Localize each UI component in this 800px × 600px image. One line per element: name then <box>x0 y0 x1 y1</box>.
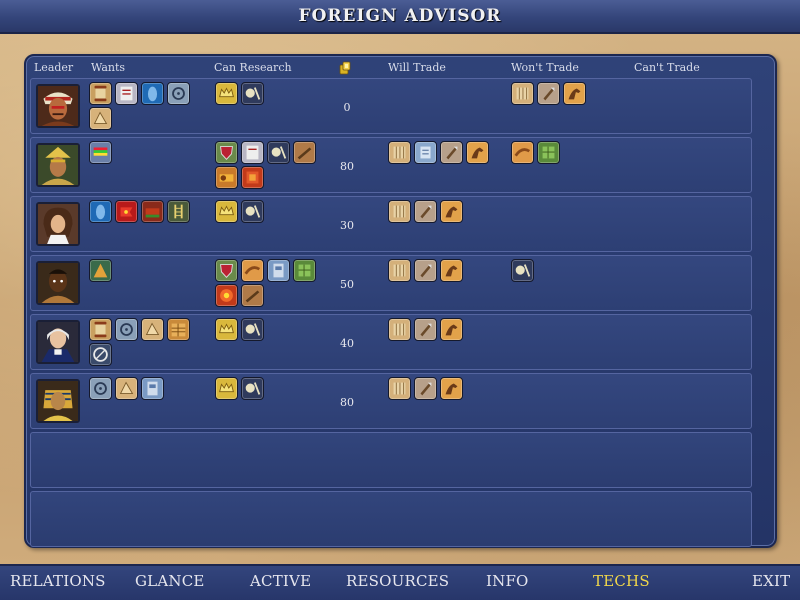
screen-title: FOREIGN ADVISOR <box>298 6 502 26</box>
crown-tech-icon[interactable] <box>215 200 238 223</box>
wheel-tech-icon[interactable] <box>89 377 112 400</box>
bottom-nav-bar: RELATIONS GLANCE ACTIVE RESOURCES INFO T… <box>0 564 800 600</box>
leader-portrait[interactable] <box>36 379 80 423</box>
leader-portrait[interactable] <box>36 143 80 187</box>
crown-tech-icon[interactable] <box>215 377 238 400</box>
colors-tech-icon[interactable] <box>89 141 112 164</box>
trade-tech-icon[interactable] <box>414 141 437 164</box>
scales-tech-icon[interactable] <box>511 259 534 282</box>
ladder-tech-icon[interactable] <box>167 200 190 223</box>
bronze-tech-icon[interactable] <box>537 82 560 105</box>
spear-tech-icon[interactable] <box>241 259 264 282</box>
gold-amount: 0 <box>343 101 351 114</box>
tablet-tech-icon[interactable] <box>115 377 138 400</box>
hands-tech-icon[interactable] <box>388 259 411 282</box>
civ-row-6[interactable]: 80 <box>30 373 752 429</box>
column-header-cant-trade: Can't Trade <box>634 61 700 74</box>
spear-tech-icon[interactable] <box>511 141 534 164</box>
scales-tech-icon[interactable] <box>241 318 264 341</box>
bronze-tech-icon[interactable] <box>414 377 437 400</box>
tablet-tech-icon[interactable] <box>89 107 112 130</box>
map-tech-icon[interactable] <box>293 259 316 282</box>
masonry-tech-icon[interactable] <box>167 318 190 341</box>
bronze-tech-icon[interactable] <box>414 318 437 341</box>
hands-tech-icon[interactable] <box>388 318 411 341</box>
column-header-leader: Leader <box>34 61 74 74</box>
tablet-tech-icon[interactable] <box>141 318 164 341</box>
column-header-wont-trade: Won't Trade <box>511 61 579 74</box>
leader-portrait[interactable] <box>36 84 80 128</box>
nav-info-button[interactable]: INFO <box>486 572 529 590</box>
leader-portrait[interactable] <box>36 261 80 305</box>
nav-techs-button[interactable]: TECHS <box>593 572 650 590</box>
scales-tech-icon[interactable] <box>241 82 264 105</box>
gold-amount: 30 <box>340 219 354 232</box>
gold-amount: 50 <box>340 278 354 291</box>
fire-tech-icon[interactable] <box>241 166 264 189</box>
crown-tech-icon[interactable] <box>215 82 238 105</box>
nav-glance-button[interactable]: GLANCE <box>135 572 205 590</box>
horse-tech-icon[interactable] <box>440 259 463 282</box>
crown-tech-icon[interactable] <box>215 318 238 341</box>
throne-tech-icon[interactable] <box>141 377 164 400</box>
ceremonial-tech-icon[interactable] <box>89 200 112 223</box>
civ-row-3[interactable]: 30 <box>30 196 752 252</box>
civ-row-5[interactable]: 40 <box>30 314 752 370</box>
horse-tech-icon[interactable] <box>563 82 586 105</box>
fire-tech-icon[interactable] <box>215 284 238 307</box>
pyramid-tech-icon[interactable] <box>89 259 112 282</box>
gold-coin-icon <box>338 60 352 76</box>
cart-tech-icon[interactable] <box>141 200 164 223</box>
empty-row <box>30 432 752 488</box>
civ-row-4[interactable]: 50 <box>30 255 752 311</box>
bronze-tech-icon[interactable] <box>440 141 463 164</box>
shield-tech-icon[interactable] <box>215 259 238 282</box>
writing-tech-icon[interactable] <box>241 141 264 164</box>
civ-row-2[interactable]: 80 <box>30 137 752 193</box>
nav-exit-button[interactable]: EXIT <box>752 572 790 590</box>
hands-tech-icon[interactable] <box>388 200 411 223</box>
gears-tech-icon[interactable] <box>215 166 238 189</box>
column-header-wants: Wants <box>91 61 126 74</box>
scales-tech-icon[interactable] <box>267 141 290 164</box>
hands-tech-icon[interactable] <box>388 141 411 164</box>
flag-tech-icon[interactable] <box>115 200 138 223</box>
spear-tech-icon[interactable] <box>293 141 316 164</box>
scales-tech-icon[interactable] <box>241 200 264 223</box>
empty-row <box>30 491 752 547</box>
title-bar: FOREIGN ADVISOR <box>0 0 800 34</box>
hands-tech-icon[interactable] <box>388 377 411 400</box>
scroll-tech-icon[interactable] <box>89 318 112 341</box>
gold-amount: 80 <box>340 160 354 173</box>
foreign-advisor-panel: Leader Wants Can Research Will Trade Won… <box>24 54 777 548</box>
horse-tech-icon[interactable] <box>440 200 463 223</box>
bronze-tech-icon[interactable] <box>414 259 437 282</box>
leader-portrait[interactable] <box>36 320 80 364</box>
gold-amount: 80 <box>340 396 354 409</box>
writing-tech-icon[interactable] <box>115 82 138 105</box>
gold-amount: 40 <box>340 337 354 350</box>
scroll-tech-icon[interactable] <box>89 82 112 105</box>
nav-relations-button[interactable]: RELATIONS <box>10 572 106 590</box>
spear-tech-icon[interactable] <box>241 284 264 307</box>
nav-resources-button[interactable]: RESOURCES <box>346 572 449 590</box>
horse-tech-icon[interactable] <box>466 141 489 164</box>
horse-tech-icon[interactable] <box>440 377 463 400</box>
compass-tech-icon[interactable] <box>89 343 112 366</box>
bronze-tech-icon[interactable] <box>414 200 437 223</box>
map-tech-icon[interactable] <box>537 141 560 164</box>
ceremonial-tech-icon[interactable] <box>141 82 164 105</box>
hands-tech-icon[interactable] <box>511 82 534 105</box>
leader-portrait[interactable] <box>36 202 80 246</box>
column-header-can-research: Can Research <box>214 61 292 74</box>
scales-tech-icon[interactable] <box>241 377 264 400</box>
nav-active-button[interactable]: ACTIVE <box>250 572 311 590</box>
wheel-tech-icon[interactable] <box>115 318 138 341</box>
wheel-tech-icon[interactable] <box>167 82 190 105</box>
civ-row-1[interactable]: 0 <box>30 78 752 134</box>
shield-tech-icon[interactable] <box>215 141 238 164</box>
column-header-will-trade: Will Trade <box>388 61 446 74</box>
throne-tech-icon[interactable] <box>267 259 290 282</box>
horse-tech-icon[interactable] <box>440 318 463 341</box>
